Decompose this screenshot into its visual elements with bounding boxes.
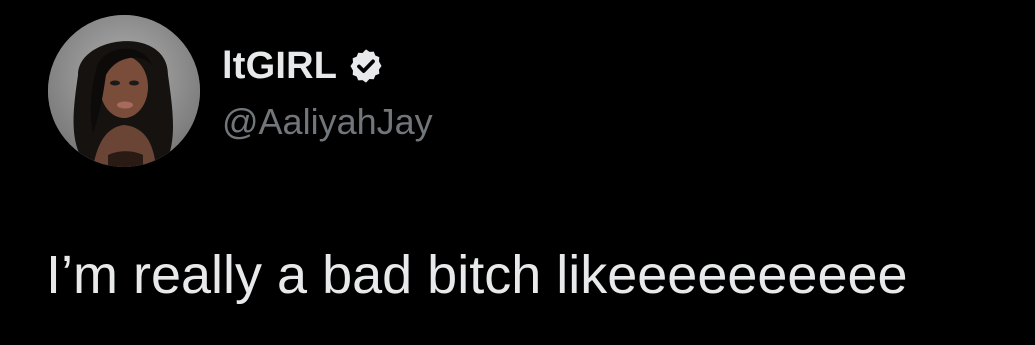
tweet: ltGIRL @AaliyahJay I’m really a bad bitc… (0, 0, 1035, 345)
verified-badge-icon (347, 47, 385, 85)
tweet-text: I’m really a bad bitch likeeeeeeeeee (46, 245, 908, 305)
display-name[interactable]: ltGIRL (222, 42, 337, 90)
display-name-row: ltGIRL (222, 42, 385, 90)
avatar[interactable] (48, 15, 200, 167)
user-handle[interactable]: @AaliyahJay (222, 100, 433, 144)
profile-photo-icon (48, 15, 200, 167)
